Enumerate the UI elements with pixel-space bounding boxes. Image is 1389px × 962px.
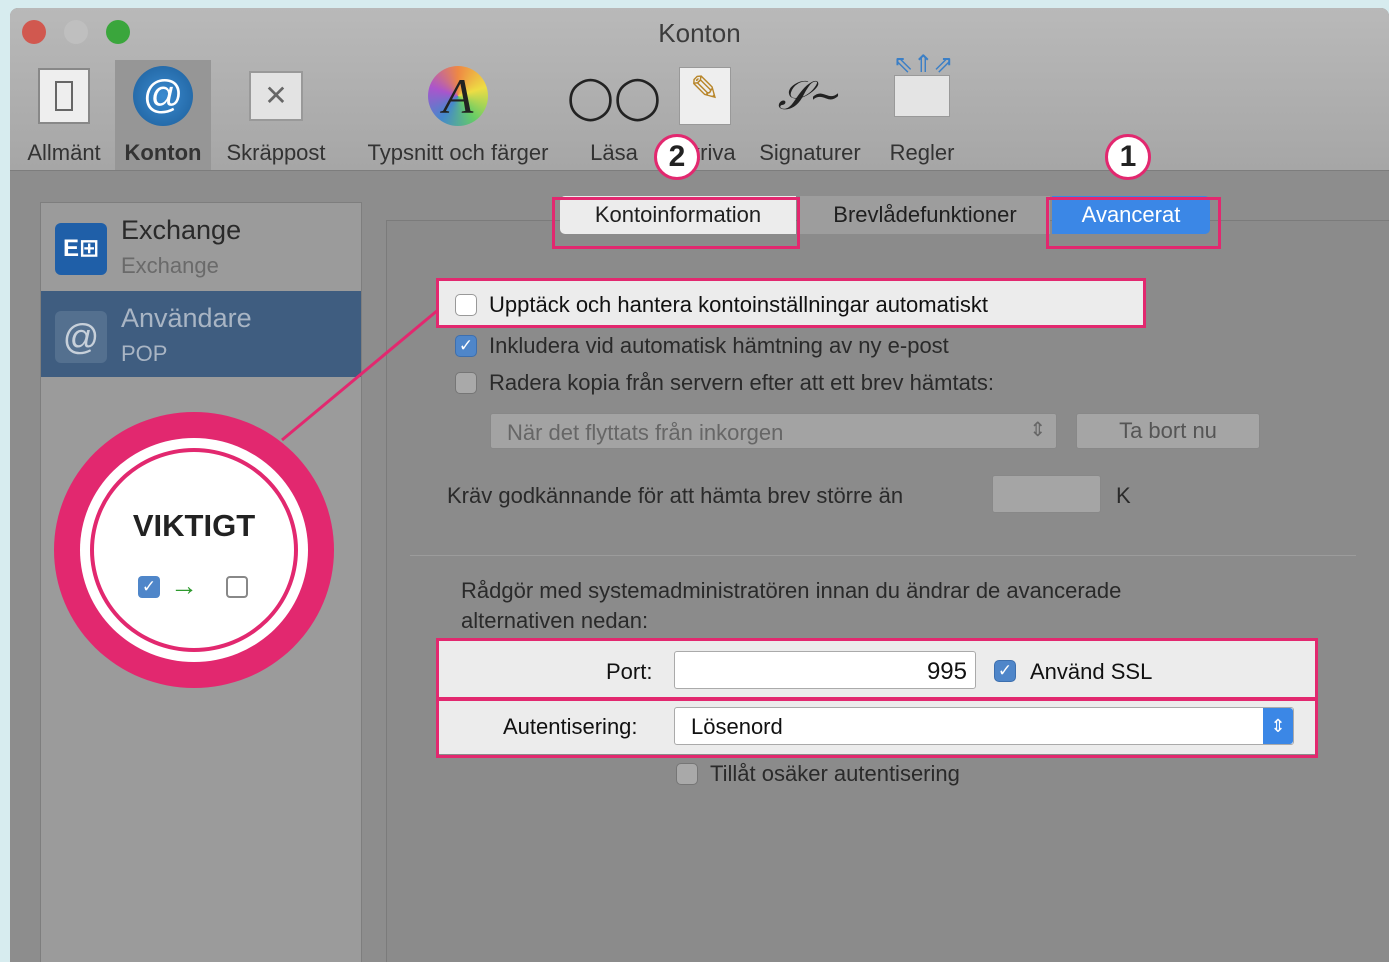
include-fetch-checkbox[interactable]: ✓: [455, 335, 477, 357]
account-name: Exchange: [121, 215, 242, 245]
tab-label: Brevlådefunktioner: [833, 202, 1017, 227]
port-value: 995: [926, 658, 967, 685]
toolbar-item-lasa[interactable]: ◯◯ Läsa: [567, 60, 661, 166]
delete-when-value: När det flyttats från inkorgen: [507, 420, 784, 445]
insecure-auth-label: Tillåt osäker autentisering: [710, 761, 960, 786]
highlight-avancerat: [1046, 197, 1221, 249]
toolbar-item-konton[interactable]: @ Konton: [115, 60, 211, 170]
remove-now-label: Ta bort nu: [1119, 418, 1217, 443]
auth-value: Lösenord: [691, 714, 783, 739]
font-color-icon: A: [428, 66, 488, 126]
junk-bin-icon: ✕: [249, 71, 303, 121]
account-name: Användare: [121, 303, 252, 333]
ssl-label: Använd SSL: [1030, 659, 1153, 684]
insecure-auth-checkbox[interactable]: [676, 763, 698, 785]
checked-checkbox-icon: ✓: [138, 576, 160, 598]
at-sign-icon: @: [55, 311, 107, 363]
auto-detect-label: Upptäck och hantera kontoinställningar a…: [489, 292, 988, 317]
account-item-exchange[interactable]: E⊞ Exchange Exchange: [41, 203, 361, 289]
callout-1: 1: [1105, 134, 1151, 180]
chevron-updown-icon: ⇕: [1263, 708, 1293, 744]
advanced-note: Rådgör med systemadministratören innan d…: [461, 578, 1122, 633]
toolbar-item-typsnitt[interactable]: A Typsnitt och färger: [350, 60, 566, 166]
glasses-icon: ◯◯: [567, 72, 662, 120]
delete-copy-checkbox[interactable]: [455, 372, 477, 394]
toolbar-item-signaturer[interactable]: 𝒮~ Signaturer: [750, 60, 870, 166]
divider: [410, 555, 1356, 556]
tab-brevladefunktioner[interactable]: Brevlådefunktioner: [800, 196, 1050, 234]
include-fetch-label: Inkludera vid automatisk hämtning av ny …: [489, 333, 949, 358]
toolbar-label: Signaturer: [759, 140, 861, 165]
signature-icon: 𝒮~: [777, 73, 843, 119]
chevron-updown-icon: ⇕: [1029, 419, 1046, 441]
toolbar-label: Skräppost: [226, 140, 326, 165]
ssl-checkbox[interactable]: ✓: [994, 660, 1016, 682]
callout-2: 2: [654, 134, 700, 180]
toolbar-label: Typsnitt och färger: [367, 140, 549, 165]
toolbar: Konton Allmänt @ Konton ✕ Skräppost A Ty…: [10, 8, 1389, 171]
important-title: VIKTIGT: [132, 508, 256, 543]
toolbar-item-regler[interactable]: ⇖⇑⇗ Regler: [880, 51, 964, 166]
toolbar-label: Allmänt: [27, 140, 101, 165]
unchecked-checkbox-icon: [226, 576, 248, 598]
port-input[interactable]: 995: [674, 651, 976, 689]
important-badge: VIKTIGT ✓ →: [54, 412, 334, 688]
exchange-icon: E⊞: [55, 223, 107, 275]
delete-copy-label: Radera kopia från servern efter att ett …: [489, 370, 995, 395]
arrow-right-icon: →: [170, 570, 198, 601]
account-item-anvandare[interactable]: @ Användare POP: [41, 291, 361, 377]
auto-detect-checkbox[interactable]: [455, 294, 477, 316]
require-approval-label: Kräv godkännande för att hämta brev stör…: [447, 483, 904, 508]
window-title: Konton: [658, 18, 741, 48]
delete-when-select[interactable]: När det flyttats från inkorgen ⇕: [490, 413, 1057, 449]
toolbar-label: Regler: [889, 140, 955, 165]
size-limit-input[interactable]: [992, 475, 1101, 513]
auth-select[interactable]: Lösenord ⇕: [674, 707, 1294, 745]
toolbar-label: Konton: [124, 140, 202, 165]
account-type: POP: [121, 341, 168, 366]
remove-now-button[interactable]: Ta bort nu: [1076, 413, 1260, 449]
rules-envelope-icon: ⇖⇑⇗: [893, 51, 953, 117]
toolbar-item-allmant[interactable]: Allmänt: [16, 60, 112, 166]
at-sign-icon: @: [133, 66, 193, 126]
port-label: Port:: [606, 659, 653, 684]
switch-icon: [38, 68, 90, 124]
auth-label: Autentisering:: [503, 714, 638, 739]
size-unit-label: K: [1116, 483, 1131, 508]
highlight-kontoinformation: [552, 197, 800, 249]
account-type: Exchange: [121, 253, 219, 278]
toolbar-label: Läsa: [590, 140, 638, 165]
pencil-icon: ✎: [679, 67, 731, 125]
toolbar-item-skrappost[interactable]: ✕ Skräppost: [216, 60, 336, 166]
